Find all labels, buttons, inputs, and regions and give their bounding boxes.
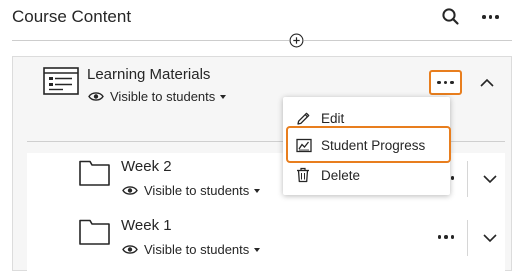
- chevron-down-icon[interactable]: [482, 173, 498, 185]
- folder-content-icon: [43, 67, 79, 95]
- folder-visibility-label: Visible to students: [110, 89, 216, 104]
- caret-down-icon: [254, 247, 261, 252]
- vertical-divider: [467, 220, 468, 256]
- pencil-icon: [297, 112, 310, 125]
- list-item: Week 1 Visible to students: [27, 212, 505, 272]
- menu-item-edit-row[interactable]: Edit: [283, 104, 450, 132]
- search-button[interactable]: [440, 6, 462, 28]
- trash-icon: [297, 167, 309, 183]
- folder-icon: [79, 160, 110, 186]
- caret-down-icon: [254, 188, 261, 193]
- menu-item-delete[interactable]: Delete: [283, 161, 450, 189]
- item-more-options-button[interactable]: [435, 230, 457, 244]
- eye-icon: [122, 186, 138, 195]
- header-divider: [12, 40, 512, 41]
- page-title: Course Content: [12, 7, 132, 26]
- folder-more-options-button[interactable]: [429, 70, 462, 95]
- plus-circle-icon: [289, 33, 304, 48]
- more-options-icon: [482, 15, 499, 19]
- item-visibility-label: Visible to students: [144, 183, 250, 198]
- student-progress-icon: [296, 138, 312, 152]
- item-visibility-dropdown[interactable]: Visible to students: [122, 183, 261, 198]
- eye-icon: [122, 245, 138, 254]
- item-visibility-label: Visible to students: [144, 242, 250, 257]
- chevron-up-icon[interactable]: [479, 77, 495, 89]
- item-title[interactable]: Week 2: [121, 158, 172, 175]
- folder-title[interactable]: Learning Materials: [87, 66, 210, 83]
- more-options-icon: [437, 80, 454, 85]
- folder-visibility-dropdown[interactable]: Visible to students: [88, 89, 227, 104]
- eye-icon: [88, 92, 104, 101]
- item-title[interactable]: Week 1: [121, 217, 172, 234]
- caret-down-icon: [220, 94, 227, 99]
- folder-icon: [79, 219, 110, 245]
- item-visibility-dropdown[interactable]: Visible to students: [122, 242, 261, 257]
- menu-item-label: Edit: [321, 110, 345, 126]
- add-content-button[interactable]: [289, 33, 304, 48]
- more-options-icon: [437, 235, 455, 239]
- search-icon: [442, 8, 459, 25]
- menu-item-label: Delete: [321, 167, 361, 183]
- chevron-down-icon[interactable]: [482, 232, 498, 244]
- menu-item-label: Student Progress: [321, 137, 426, 153]
- vertical-divider: [467, 161, 468, 197]
- more-options-button[interactable]: [478, 6, 502, 28]
- menu-item-student-progress[interactable]: Student Progress: [283, 131, 450, 159]
